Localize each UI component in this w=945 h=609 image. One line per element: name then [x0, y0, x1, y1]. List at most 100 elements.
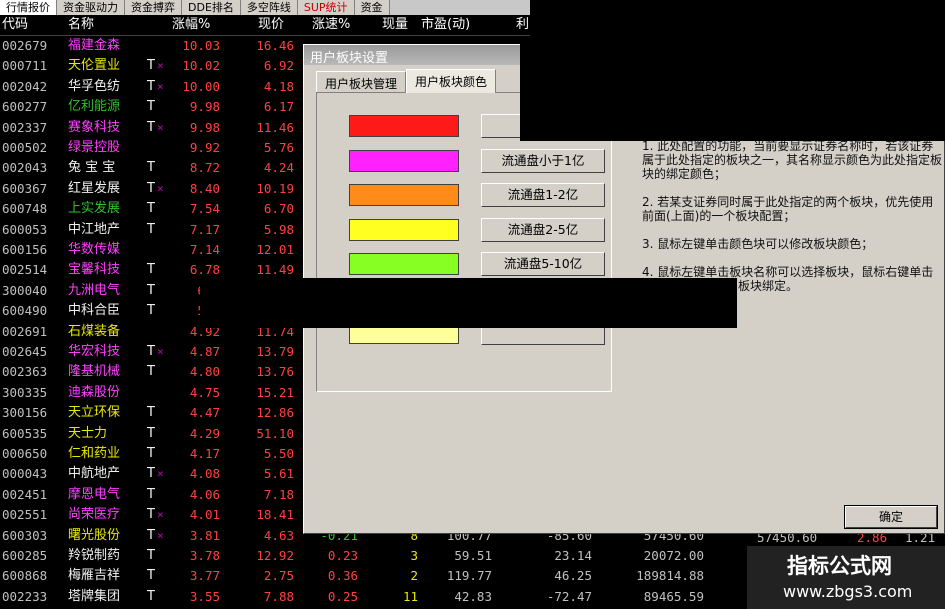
pe-ratio: 59.51 [454, 548, 492, 563]
tradable-flag: T [147, 160, 155, 176]
watermark-title: 指标公式网 [787, 554, 892, 578]
tradable-flag: T [147, 180, 155, 196]
current-price: 6.70 [263, 201, 294, 217]
current-price: 12.92 [256, 548, 294, 563]
col-header-volume[interactable]: 现量 [382, 16, 408, 34]
change-percent: 7.17 [189, 221, 220, 237]
sector-name-button[interactable]: 流通盘2-5亿 [481, 217, 605, 242]
current-price: 51.10 [256, 425, 294, 441]
market-tab-3[interactable]: DDE排名 [182, 0, 241, 15]
col-header-change[interactable]: 涨幅% [172, 16, 210, 34]
field-2: 20072.00 [643, 548, 704, 563]
stock-name: 中科合臣 [68, 303, 121, 319]
tab-sector-management[interactable]: 用户板块管理 [316, 71, 407, 93]
current-price: 11.46 [256, 119, 294, 135]
market-tab-1[interactable]: 资金驱动力 [57, 0, 125, 15]
pe-ratio: 42.83 [454, 588, 492, 604]
color-binding-row: 流通盘2-5亿 [349, 217, 607, 243]
sector-name-button[interactable]: 流通盘5-10亿 [481, 252, 605, 276]
stock-code: 000502 [2, 140, 48, 155]
stock-code: 002645 [2, 344, 48, 359]
stock-name: 华数传媒 [68, 242, 121, 257]
market-tab-0[interactable]: 行情报价 [0, 0, 57, 15]
tradable-flag: T [147, 78, 155, 94]
stock-code: 600303 [2, 527, 48, 543]
change-percent: 9.98 [189, 99, 220, 115]
margin-flag: × [157, 467, 164, 481]
current-price: 12.01 [256, 242, 294, 257]
stock-name: 天士力 [68, 425, 108, 441]
tradable-flag: T [147, 303, 155, 319]
tradable-flag: T [147, 486, 155, 502]
current-volume: 2 [410, 568, 418, 584]
ok-button[interactable]: 确定 [844, 505, 938, 529]
col-header-code[interactable]: 代码 [2, 16, 28, 34]
col-header-pe[interactable]: 市盈(动) [421, 16, 470, 34]
color-binding-row: 流通盘5-10亿 [349, 251, 607, 277]
stock-code: 600748 [2, 201, 48, 217]
col-header-name[interactable]: 名称 [68, 16, 94, 34]
change-percent: 8.72 [189, 160, 220, 176]
color-swatch[interactable] [349, 184, 459, 206]
stock-name: 石煤装备 [68, 323, 121, 339]
color-swatch[interactable] [349, 253, 459, 275]
stock-code: 000650 [2, 446, 48, 461]
stock-code: 002337 [2, 119, 48, 135]
watermark-url: www.zbgs3.com [783, 582, 913, 601]
tab-sector-color[interactable]: 用户板块颜色 [406, 69, 497, 93]
tradable-flag: T [147, 527, 155, 543]
stock-name: 九洲电气 [68, 282, 121, 298]
tradable-flag: T [147, 364, 155, 380]
change-percent: 6.78 [189, 262, 220, 278]
stock-name: 梅雁吉祥 [68, 568, 121, 584]
color-swatch[interactable] [349, 218, 459, 241]
current-price: 6.17 [263, 99, 294, 115]
stock-name: 华宏科技 [68, 344, 121, 359]
col-header-more[interactable]: 利 [516, 16, 529, 34]
color-binding-row: 流通盘小于1亿 [349, 148, 607, 174]
sector-name-button[interactable]: 流通盘小于1亿 [481, 148, 605, 173]
market-tab-5[interactable]: SUP统计 [297, 0, 355, 15]
market-tab-6[interactable]: 资金 [354, 0, 390, 15]
change-percent: 4.47 [189, 405, 220, 421]
current-price: 5.76 [263, 140, 294, 155]
redaction-block-top [520, 44, 945, 141]
current-price: 11.49 [256, 262, 294, 278]
change-percent: 4.17 [189, 446, 220, 461]
current-price: 13.76 [256, 364, 294, 380]
current-price: 5.61 [263, 466, 294, 482]
change-percent: 4.08 [189, 466, 220, 482]
stock-name: 天伦置业 [68, 58, 121, 74]
margin-flag: × [157, 181, 164, 195]
change-percent: 7.14 [189, 242, 220, 257]
col-header-price[interactable]: 现价 [258, 16, 284, 34]
stock-code: 600535 [2, 425, 48, 441]
change-percent: 10.03 [182, 38, 220, 53]
col-header-speed[interactable]: 涨速% [312, 16, 350, 34]
pe-ratio: 119.77 [446, 568, 492, 584]
stock-code: 000711 [2, 58, 48, 74]
change-percent: 4.75 [189, 384, 220, 400]
stock-name: 亿利能源 [68, 99, 121, 115]
stock-name: 曙光股份 [68, 527, 121, 543]
tradable-flag: T [147, 58, 155, 74]
market-tab-2[interactable]: 资金搏弈 [125, 0, 182, 15]
margin-flag: × [157, 79, 164, 93]
current-price: 2.75 [263, 568, 294, 584]
stock-code: 002042 [2, 78, 48, 94]
current-price: 15.21 [256, 384, 294, 400]
stock-name: 塔牌集团 [68, 588, 121, 604]
margin-flag: × [157, 120, 164, 134]
stock-code: 600490 [2, 303, 48, 319]
current-price: 4.63 [263, 527, 294, 543]
change-percent: 4.06 [189, 486, 220, 502]
stock-name: 上实发展 [68, 201, 121, 217]
color-swatch[interactable] [349, 149, 459, 172]
stock-code: 002691 [2, 323, 48, 339]
sector-name-button[interactable]: 流通盘1-2亿 [481, 183, 605, 207]
stock-name: 兔 宝 宝 [68, 160, 116, 176]
change-percent: 9.98 [189, 119, 220, 135]
market-tab-4[interactable]: 多空阵线 [240, 0, 298, 15]
color-swatch[interactable] [349, 115, 459, 137]
stock-name: 华孚色纺 [68, 78, 121, 94]
